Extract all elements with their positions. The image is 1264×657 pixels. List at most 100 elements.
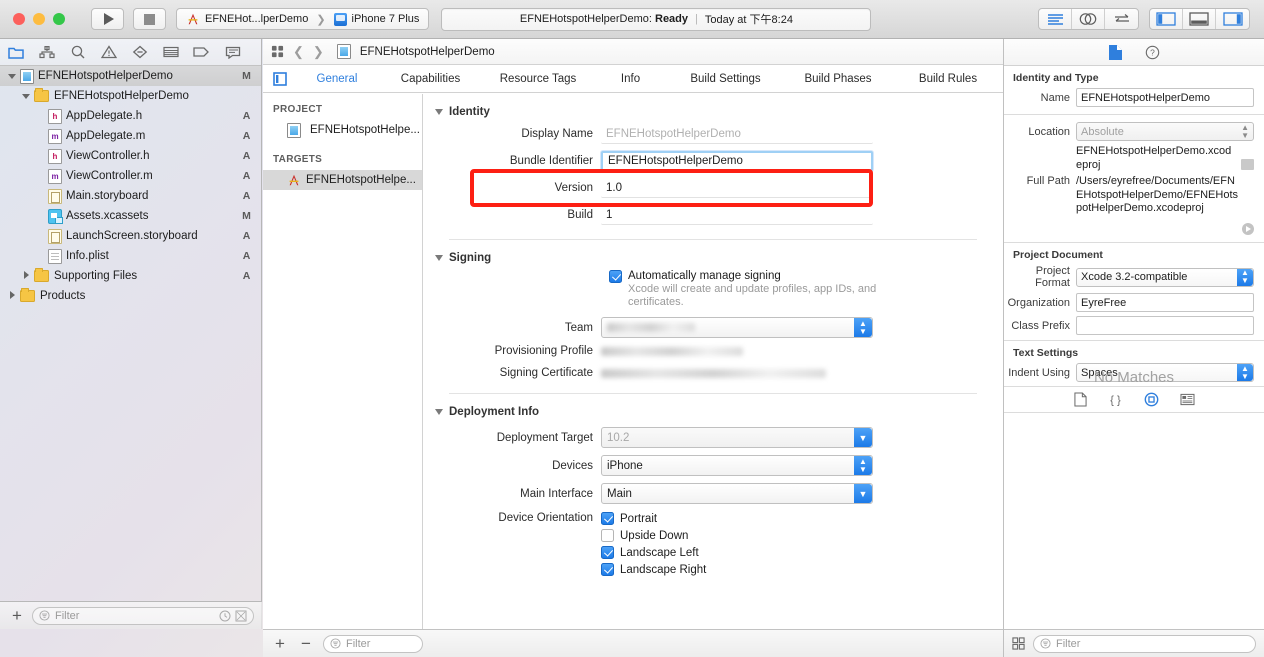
tab-build-rules[interactable]: Build Rules bbox=[893, 73, 1003, 85]
file-tree-row[interactable]: EFNEHotspotHelperDemoM bbox=[0, 66, 261, 86]
file-tree-row[interactable]: mAppDelegate.mA bbox=[0, 126, 261, 146]
file-tree-row[interactable]: Products bbox=[0, 286, 261, 306]
tab-build-phases[interactable]: Build Phases bbox=[783, 73, 893, 85]
tab-capabilities[interactable]: Capabilities bbox=[378, 73, 483, 85]
identity-section-header[interactable]: Identity bbox=[435, 106, 1003, 118]
source-control-filter-icon[interactable] bbox=[235, 610, 247, 622]
inspector-name-field[interactable]: EFNEHotspotHelperDemo bbox=[1076, 88, 1254, 107]
add-target-button[interactable]: + bbox=[271, 635, 289, 652]
devices-popup-arrows[interactable]: ▲▼ bbox=[854, 456, 872, 475]
devices-popup[interactable]: iPhone ▲▼ bbox=[601, 455, 873, 476]
media-library-icon[interactable] bbox=[1180, 393, 1195, 406]
deployment-target-combo[interactable]: 10.2 ▼ bbox=[601, 427, 873, 448]
debug-navigator-tab[interactable] bbox=[155, 39, 186, 65]
toggle-target-list-button[interactable] bbox=[263, 72, 296, 86]
team-popup[interactable]: ▲▼ bbox=[601, 317, 873, 338]
file-tree-row[interactable]: mViewController.mA bbox=[0, 166, 261, 186]
close-window-button[interactable] bbox=[13, 13, 25, 25]
file-tree-row[interactable]: Assets.xcassetsM bbox=[0, 206, 261, 226]
disclosure-triangle-icon[interactable] bbox=[22, 271, 32, 281]
scheme-selector[interactable]: EFNEHot...lperDemo ❯ iPhone 7 Plus bbox=[176, 8, 429, 30]
deployment-info-section-header[interactable]: Deployment Info bbox=[435, 406, 1003, 418]
file-tree-row[interactable]: EFNEHotspotHelperDemo bbox=[0, 86, 261, 106]
auto-manage-signing-checkbox[interactable] bbox=[609, 270, 622, 283]
file-tree-row[interactable]: LaunchScreen.storyboardA bbox=[0, 226, 261, 246]
tab-general[interactable]: General bbox=[296, 73, 378, 85]
tab-info[interactable]: Info bbox=[593, 73, 668, 85]
main-interface-combo[interactable]: Main ▼ bbox=[601, 483, 873, 504]
location-popup-arrows[interactable]: ▲▼ bbox=[1241, 124, 1249, 140]
inspector-location-popup[interactable]: Absolute ▲▼ bbox=[1076, 122, 1254, 141]
test-navigator-tab[interactable] bbox=[124, 39, 155, 65]
object-library-icon[interactable] bbox=[1144, 392, 1159, 407]
source-control-navigator-tab[interactable] bbox=[31, 39, 62, 65]
toggle-debug-area-button[interactable] bbox=[1183, 9, 1216, 29]
auto-signing-row: Automatically manage signing Xcode will … bbox=[609, 270, 1003, 309]
bundle-identifier-field[interactable]: EFNEHotspotHelperDemo bbox=[601, 151, 873, 171]
report-navigator-tab[interactable] bbox=[217, 39, 248, 65]
go-forward-button[interactable]: ❯ bbox=[313, 44, 324, 60]
add-file-button[interactable]: + bbox=[8, 607, 26, 624]
go-back-button[interactable]: ❮ bbox=[293, 44, 304, 60]
library-grid-icon[interactable] bbox=[1012, 637, 1025, 650]
project-navigator-tab[interactable] bbox=[0, 39, 31, 65]
navigator-filter-field[interactable]: Filter bbox=[32, 607, 254, 625]
jump-bar-path[interactable]: EFNEHotspotHelperDemo bbox=[337, 44, 495, 59]
stop-button[interactable] bbox=[133, 8, 166, 30]
file-tree-row[interactable]: Main.storyboardA bbox=[0, 186, 261, 206]
target-list-item[interactable]: EFNEHotspotHelpe... bbox=[263, 170, 422, 190]
file-inspector-icon[interactable] bbox=[1108, 44, 1123, 61]
toggle-utilities-button[interactable] bbox=[1216, 9, 1249, 29]
code-snippet-icon[interactable]: { } bbox=[1108, 392, 1123, 407]
recent-files-icon[interactable] bbox=[219, 610, 231, 622]
minimize-window-button[interactable] bbox=[33, 13, 45, 25]
display-name-input[interactable]: EFNEHotspotHelperDemo bbox=[601, 124, 873, 144]
file-tree-row[interactable]: Supporting FilesA bbox=[0, 266, 261, 286]
disclosure-triangle-icon[interactable] bbox=[8, 291, 18, 301]
project-list-item[interactable]: EFNEHotspotHelpe... bbox=[263, 120, 422, 140]
organization-field[interactable]: EyreFree bbox=[1076, 293, 1254, 312]
version-editor-button[interactable] bbox=[1105, 9, 1138, 29]
tab-resource-tags[interactable]: Resource Tags bbox=[483, 73, 593, 85]
inspector-filter-field[interactable]: Filter bbox=[1033, 635, 1256, 653]
choose-folder-icon[interactable] bbox=[1241, 159, 1254, 170]
team-popup-arrows[interactable]: ▲▼ bbox=[854, 318, 872, 337]
breakpoint-navigator-tab[interactable] bbox=[186, 39, 217, 65]
main-interface-chevron[interactable]: ▼ bbox=[854, 484, 872, 503]
reveal-in-finder-icon[interactable] bbox=[1242, 223, 1254, 235]
toggle-navigator-button[interactable] bbox=[1150, 9, 1183, 29]
project-file-tree[interactable]: EFNEHotspotHelperDemoMEFNEHotspotHelperD… bbox=[0, 66, 261, 628]
zoom-window-button[interactable] bbox=[53, 13, 65, 25]
signing-section-header[interactable]: Signing bbox=[435, 252, 1003, 264]
file-tree-row[interactable]: hAppDelegate.hA bbox=[0, 106, 261, 126]
run-button[interactable] bbox=[91, 8, 124, 30]
standard-editor-button[interactable] bbox=[1039, 9, 1072, 29]
orientation-checkbox-landscape-left[interactable] bbox=[601, 546, 614, 559]
version-input[interactable]: 1.0 bbox=[601, 178, 873, 198]
class-prefix-field[interactable] bbox=[1076, 316, 1254, 335]
file-template-icon[interactable] bbox=[1074, 392, 1087, 407]
project-format-popup[interactable]: Xcode 3.2-compatible ▲▼ bbox=[1076, 268, 1254, 287]
tab-build-settings[interactable]: Build Settings bbox=[668, 73, 783, 85]
orientation-checkbox-upside-down[interactable] bbox=[601, 529, 614, 542]
orientation-checkbox-landscape-right[interactable] bbox=[601, 563, 614, 576]
disclosure-spacer bbox=[36, 171, 46, 181]
remove-target-button[interactable]: − bbox=[297, 635, 315, 652]
file-tree-row[interactable]: Info.plistA bbox=[0, 246, 261, 266]
disclosure-triangle-icon[interactable] bbox=[8, 71, 18, 81]
issue-navigator-tab[interactable] bbox=[93, 39, 124, 65]
assistant-editor-button[interactable] bbox=[1072, 9, 1105, 29]
disclosure-triangle-icon[interactable] bbox=[22, 91, 32, 101]
find-navigator-tab[interactable] bbox=[62, 39, 93, 65]
file-tree-row[interactable]: hViewController.hA bbox=[0, 146, 261, 166]
deployment-target-chevron[interactable]: ▼ bbox=[854, 428, 872, 447]
related-items-icon[interactable] bbox=[271, 45, 284, 58]
xcodeproj-icon bbox=[287, 123, 301, 138]
filter-icon bbox=[330, 638, 341, 649]
quick-help-icon[interactable]: ? bbox=[1145, 45, 1160, 60]
editor-filter-field[interactable]: Filter bbox=[323, 635, 423, 653]
build-input[interactable]: 1 bbox=[601, 205, 873, 225]
project-format-arrows[interactable]: ▲▼ bbox=[1237, 269, 1253, 286]
orientation-label: Landscape Right bbox=[620, 564, 706, 576]
orientation-checkbox-portrait[interactable] bbox=[601, 512, 614, 525]
